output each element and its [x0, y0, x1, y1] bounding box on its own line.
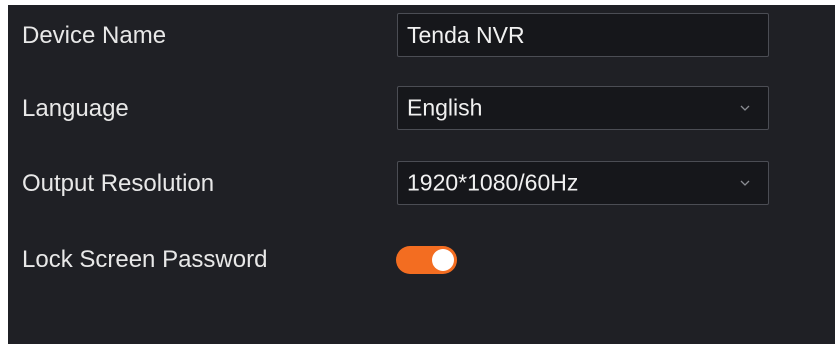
device-name-input[interactable]	[398, 14, 768, 56]
device-name-label: Device Name	[22, 22, 167, 49]
lock-screen-password-toggle[interactable]	[396, 246, 457, 274]
language-row: Language English	[8, 86, 835, 132]
chevron-down-icon	[740, 180, 750, 186]
lock-screen-password-row: Lock Screen Password	[8, 237, 835, 283]
output-resolution-select[interactable]: 1920*1080/60Hz	[397, 161, 769, 205]
lock-screen-password-label: Lock Screen Password	[22, 246, 268, 273]
chevron-down-icon	[740, 105, 750, 111]
output-resolution-label: Output Resolution	[22, 170, 215, 197]
device-name-row: Device Name	[8, 13, 835, 59]
settings-panel: Device Name Language English Output Reso…	[8, 5, 835, 344]
output-resolution-selected-value: 1920*1080/60Hz	[407, 169, 579, 196]
language-select[interactable]: English	[397, 86, 769, 130]
language-label: Language	[22, 95, 129, 122]
device-name-field[interactable]	[397, 13, 769, 57]
language-selected-value: English	[407, 94, 483, 121]
output-resolution-row: Output Resolution 1920*1080/60Hz	[8, 161, 835, 207]
toggle-knob	[432, 249, 454, 271]
